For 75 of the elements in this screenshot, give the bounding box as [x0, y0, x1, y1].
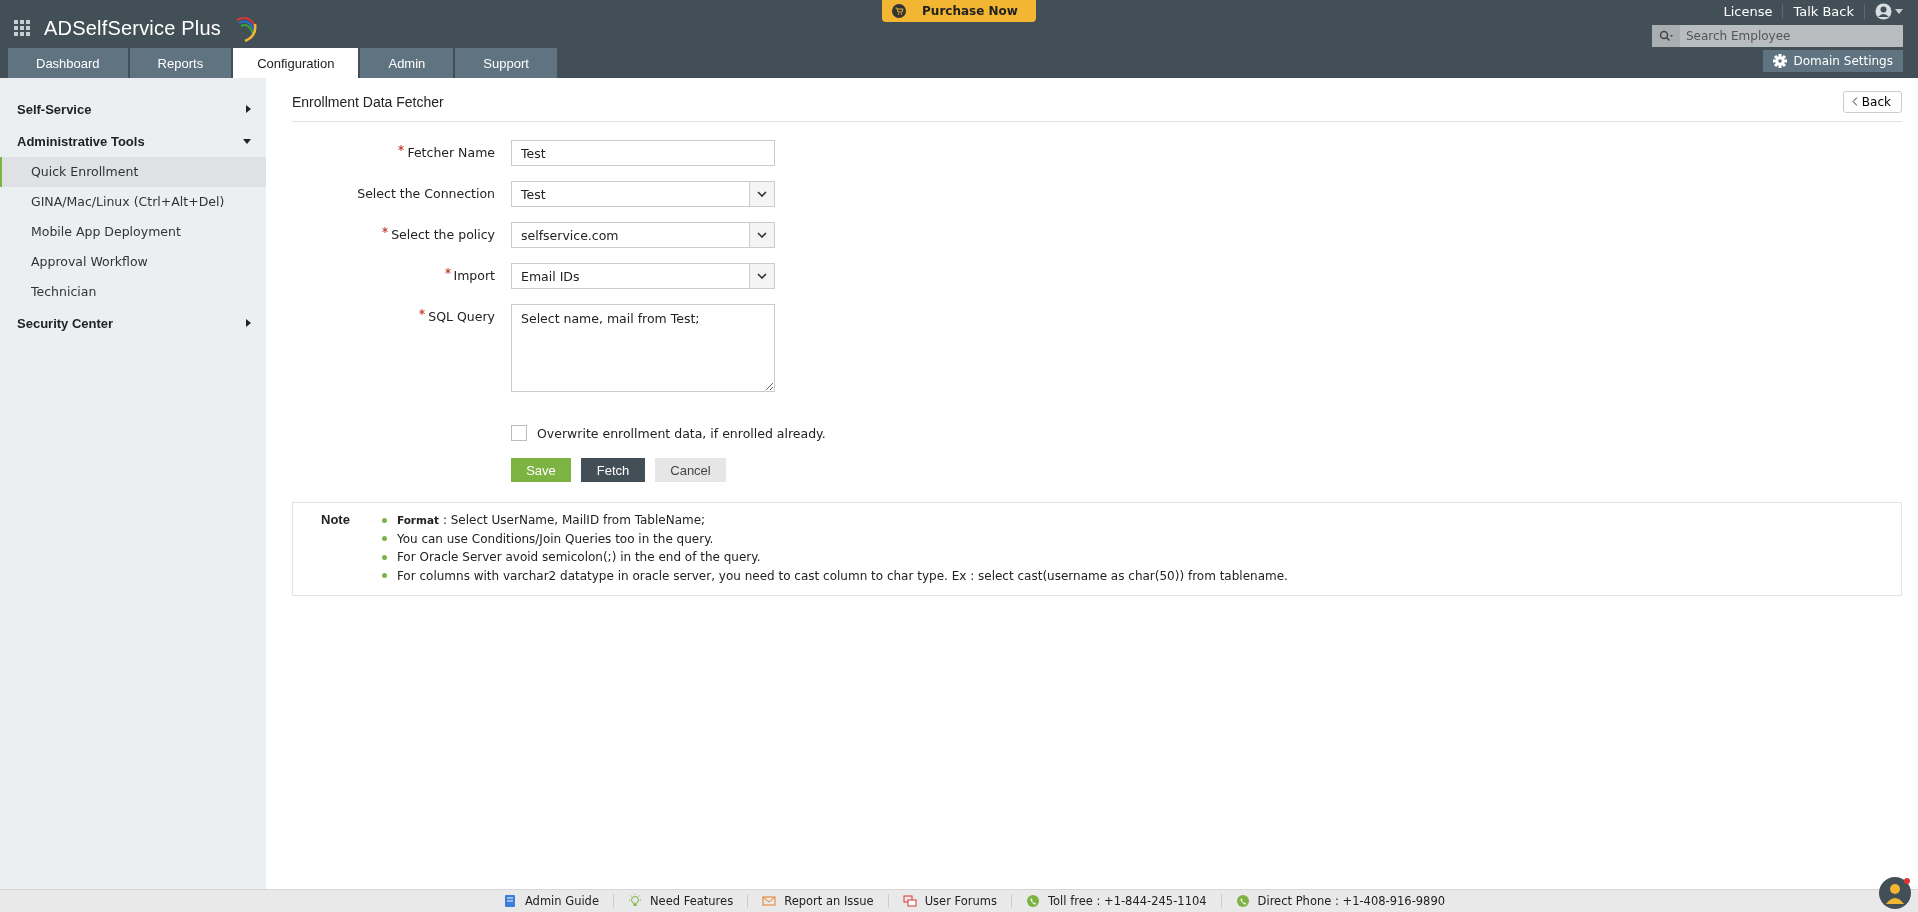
- sidebar-item[interactable]: Approval Workflow: [0, 247, 266, 277]
- query-field[interactable]: Select name, mail from Test;: [511, 304, 775, 392]
- field-label: Select the policy: [391, 227, 495, 242]
- note-text: For columns with varchar2 datatype in oracle server, you need to cast column to char type. Ex : select cast(username as char(50)) from tablename.: [396, 568, 1288, 583]
- footer-link[interactable]: Report an Issue: [748, 894, 889, 908]
- footer-link[interactable]: Admin Guide: [488, 894, 614, 908]
- purchase-button[interactable]: Purchase Now: [882, 0, 1036, 22]
- nav-tab[interactable]: Dashboard: [8, 48, 128, 78]
- gear-icon: [1773, 54, 1788, 68]
- search-field[interactable]: Search Employee: [1680, 25, 1903, 47]
- footer-link[interactable]: Direct Phone : +1-408-916-9890: [1221, 894, 1460, 908]
- domain-settings-button[interactable]: Domain Settings: [1763, 50, 1903, 72]
- nav-tab[interactable]: Reports: [129, 48, 232, 78]
- chat-bot-icon[interactable]: [1878, 876, 1912, 910]
- phone-icon: [1026, 894, 1040, 908]
- required-asterisk-icon: [419, 309, 426, 315]
- footer-link[interactable]: User Forums: [888, 894, 1012, 908]
- bullet-icon: [381, 536, 387, 542]
- header-link[interactable]: Talk Back: [1783, 3, 1865, 19]
- field-label: SQL Query: [428, 309, 495, 324]
- phone-icon: [1235, 894, 1250, 908]
- caret-icon: [1895, 8, 1903, 14]
- sidebar-item[interactable]: GINA/Mac/Linux (Ctrl+Alt+Del): [0, 187, 266, 217]
- sidebar-section[interactable]: Security Center: [0, 307, 266, 339]
- sidebar-section[interactable]: Self-Service: [0, 93, 266, 125]
- nav-tab[interactable]: Support: [455, 48, 557, 78]
- chevron-down-icon: [757, 232, 767, 238]
- dropdown-field[interactable]: selfservice.com: [511, 222, 775, 248]
- required-asterisk-icon: [382, 227, 389, 233]
- bullet-icon: [381, 554, 387, 560]
- fetch-button[interactable]: Fetch: [581, 458, 645, 482]
- nav-tab[interactable]: Configuration: [233, 48, 359, 78]
- footer-link[interactable]: Toll free : +1-844-245-1104: [1012, 894, 1222, 908]
- note-title: Note: [321, 511, 350, 529]
- text-field[interactable]: Test: [511, 140, 775, 166]
- checkbox[interactable]: [511, 425, 527, 441]
- bullet-icon: [381, 517, 387, 523]
- note-text: For Oracle Server avoid semicolon(;) in the end of the query.: [396, 550, 761, 565]
- field-label: Fetcher Name: [407, 145, 495, 160]
- sidebar-section[interactable]: Administrative Tools: [0, 125, 266, 157]
- header-link[interactable]: License: [1713, 3, 1784, 19]
- required-asterisk-icon: [444, 268, 451, 274]
- book-icon: [502, 894, 517, 908]
- cart-icon: [892, 4, 907, 18]
- envelope-icon: [762, 894, 777, 908]
- note-text: You can use Conditions/Join Queries too in the query.: [396, 531, 714, 546]
- section-label: Security Center: [17, 315, 114, 331]
- required-asterisk-icon: [398, 145, 405, 151]
- cancel-button[interactable]: Cancel: [655, 458, 726, 482]
- sidebar-item[interactable]: Quick Enrollment: [0, 157, 266, 187]
- search-options-button[interactable]: [1652, 25, 1680, 47]
- product-name: ADSelfService Plus: [44, 16, 221, 40]
- field-label: Select the Connection: [357, 186, 495, 201]
- search-icon: [1659, 30, 1673, 42]
- chevron-left-icon: [1851, 97, 1858, 106]
- chevron-down-icon: [757, 191, 767, 197]
- back-button[interactable]: Back: [1842, 90, 1902, 113]
- note-text: Format : Select UserName, MailID from TableName;: [396, 513, 706, 528]
- page-title: Enrollment Data Fetcher: [292, 93, 444, 110]
- swoosh-logo-icon: [235, 14, 257, 42]
- dropdown-field[interactable]: Email IDs: [511, 263, 775, 289]
- chevron-down-icon: [757, 273, 767, 279]
- chat-bubbles-icon: [902, 894, 917, 908]
- nav-tab[interactable]: Admin: [360, 48, 454, 78]
- sidebar-item[interactable]: Technician: [0, 277, 266, 307]
- field-label: Import: [453, 268, 495, 283]
- checkbox-label: Overwrite enrollment data, if enrolled already.: [537, 425, 826, 441]
- section-label: Administrative Tools: [17, 133, 145, 149]
- lightbulb-icon: [628, 894, 642, 908]
- sidebar-item[interactable]: Mobile App Deployment: [0, 217, 266, 247]
- bullet-icon: [381, 573, 387, 579]
- section-label: Self-Service: [17, 101, 92, 117]
- footer-link[interactable]: Need Features: [614, 894, 749, 908]
- app-grid-icon[interactable]: [14, 20, 30, 36]
- dropdown-field[interactable]: Test: [511, 181, 775, 207]
